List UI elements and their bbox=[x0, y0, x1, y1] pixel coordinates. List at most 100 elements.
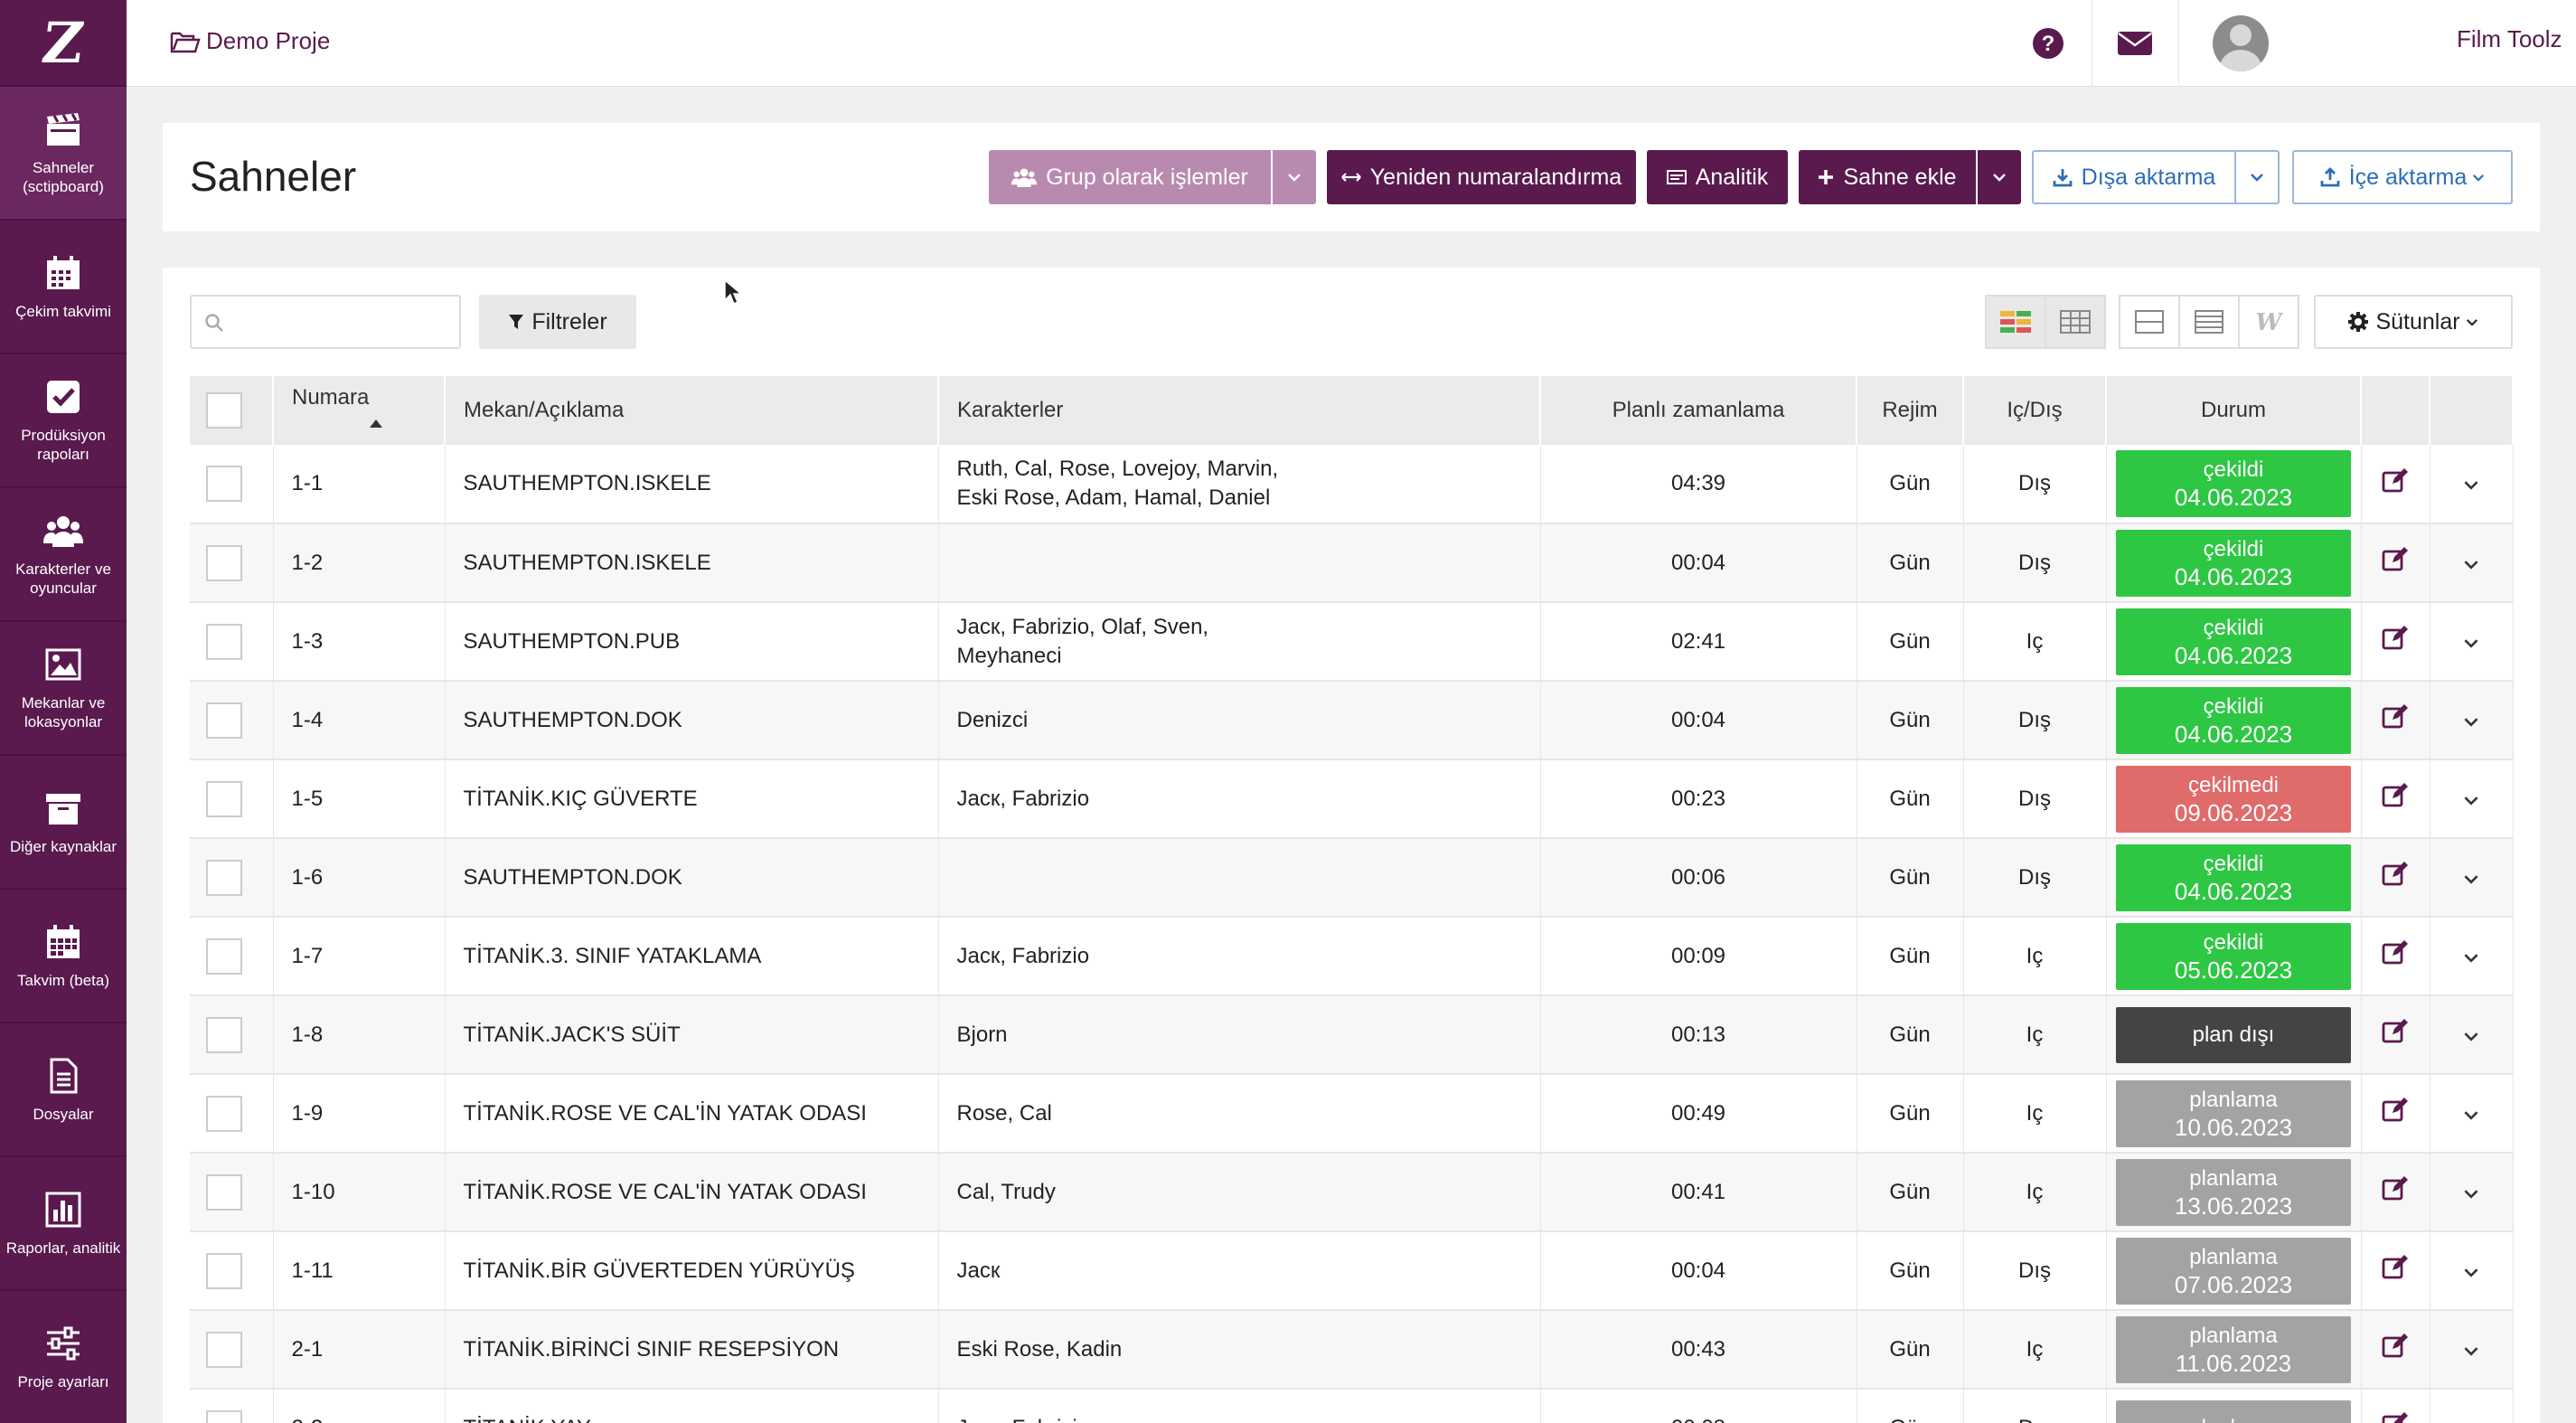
sidebar-item-scenes[interactable]: Sahneler (sctipboard) bbox=[0, 87, 127, 221]
status-badge[interactable]: çekilmedi 09.06.2023 bbox=[2116, 765, 2351, 833]
sidebar-item-files[interactable]: Dosyalar bbox=[0, 1023, 127, 1157]
status-badge[interactable]: çekildi 04.06.2023 bbox=[2116, 450, 2351, 517]
row-checkbox[interactable] bbox=[206, 859, 242, 896]
import-button[interactable]: İçe aktarma bbox=[2292, 150, 2513, 204]
expand-row-button[interactable] bbox=[2430, 759, 2514, 839]
edit-button[interactable] bbox=[2361, 1231, 2430, 1311]
edit-button[interactable] bbox=[2361, 838, 2430, 918]
table-row[interactable]: 1-5 TİTANİK.KIÇ GÜVERTE Jacк, Fabrizio 00:2… bbox=[190, 759, 2514, 839]
expand-row-button[interactable] bbox=[2430, 1310, 2514, 1390]
filters-button[interactable]: Filtreler bbox=[479, 295, 636, 349]
list-view-button[interactable] bbox=[2178, 295, 2240, 349]
status-badge[interactable]: çekildi 04.06.2023 bbox=[2116, 686, 2351, 754]
edit-button[interactable] bbox=[2361, 995, 2430, 1075]
export-button[interactable]: Dışa aktarma bbox=[2032, 150, 2236, 204]
expand-row-button[interactable] bbox=[2430, 838, 2514, 918]
sidebar-item-project-settings[interactable]: Proje ayarları bbox=[0, 1291, 127, 1423]
export-dropdown[interactable] bbox=[2234, 150, 2280, 204]
status-badge[interactable]: planlama 11.06.2023 bbox=[2116, 1315, 2351, 1383]
add-scene-button[interactable]: Sahne ekle bbox=[1799, 150, 1976, 204]
expand-row-button[interactable] bbox=[2430, 681, 2514, 760]
edit-button[interactable] bbox=[2361, 759, 2430, 839]
row-checkbox[interactable] bbox=[206, 780, 242, 817]
row-checkbox[interactable] bbox=[206, 466, 242, 502]
table-row[interactable]: 1-9 TİTANİK.ROSE VE CAL'İN YATAK ODASI Ros… bbox=[190, 1074, 2514, 1154]
status-badge[interactable]: planlama 07.06.2023 bbox=[2116, 1237, 2351, 1305]
edit-button[interactable] bbox=[2361, 1153, 2430, 1232]
edit-button[interactable] bbox=[2361, 681, 2430, 760]
search-field[interactable] bbox=[190, 295, 461, 349]
user-name[interactable]: Film Toolz bbox=[2457, 25, 2562, 53]
status-badge[interactable]: plan dışı bbox=[2116, 1006, 2351, 1063]
status-badge[interactable]: planlama 13.06.2023 bbox=[2116, 1158, 2351, 1226]
group-operations-dropdown[interactable] bbox=[1273, 150, 1316, 204]
edit-button[interactable] bbox=[2361, 523, 2430, 603]
edit-button[interactable] bbox=[2361, 1074, 2430, 1154]
table-row[interactable]: 1-2 SAUTHEMPTON.ISKELE 00:04 Gün Dış çekildi 0… bbox=[190, 523, 2514, 603]
row-checkbox[interactable] bbox=[206, 1409, 242, 1423]
table-view-button[interactable] bbox=[2045, 295, 2106, 349]
column-header-characters[interactable]: Karakterler bbox=[938, 376, 1541, 445]
edit-button[interactable] bbox=[2361, 917, 2430, 996]
app-logo[interactable]: Z bbox=[0, 0, 127, 87]
sidebar-item-locations[interactable]: Mekanlar ve lokasyonlar bbox=[0, 622, 127, 756]
project-link[interactable]: Demo Proje bbox=[170, 27, 330, 55]
sidebar-item-production-reports[interactable]: Prodüksiyon rapoları bbox=[0, 354, 127, 488]
row-checkbox[interactable] bbox=[206, 1095, 242, 1132]
sidebar-item-other-resources[interactable]: Diğer kaynaklar bbox=[0, 756, 127, 890]
sidebar-item-calendar[interactable]: Takvim (beta) bbox=[0, 890, 127, 1023]
table-row[interactable]: 2-1 TİTANİK.BİRİNCİ SINIF RESEPSİYON Eski … bbox=[190, 1310, 2514, 1390]
table-row[interactable]: 1-6 SAUTHEMPTON.DOK 00:06 Gün Dış çekildi 04.0… bbox=[190, 838, 2514, 918]
edit-button[interactable] bbox=[2361, 445, 2430, 524]
expand-row-button[interactable] bbox=[2430, 602, 2514, 682]
table-row[interactable]: 1-1 SAUTHEMPTON.ISKELE Ruth, Cal, Rose, Lo… bbox=[190, 445, 2514, 524]
expand-row-button[interactable] bbox=[2430, 1153, 2514, 1232]
text-view-button[interactable]: W bbox=[2238, 295, 2299, 349]
column-header-status[interactable]: Durum bbox=[2106, 376, 2362, 445]
expand-row-button[interactable] bbox=[2430, 1074, 2514, 1154]
compact-view-button[interactable] bbox=[2119, 295, 2180, 349]
color-view-button[interactable] bbox=[1985, 295, 2046, 349]
row-checkbox[interactable] bbox=[206, 938, 242, 975]
analytics-button[interactable]: Analitik bbox=[1647, 150, 1788, 204]
add-scene-dropdown[interactable] bbox=[1978, 150, 2021, 204]
expand-row-button[interactable] bbox=[2430, 445, 2514, 524]
expand-row-button[interactable] bbox=[2430, 523, 2514, 603]
column-header-int-ext[interactable]: Iç/Dış bbox=[1963, 376, 2107, 445]
table-row[interactable]: 2-2TİTANİK.YAYJacк, Fabrizio00:08GünDış p… bbox=[190, 1389, 2514, 1423]
table-row[interactable]: 1-8 TİTANİK.JACK'S SÜİT Bjorn 00:13 Gün Iç pla… bbox=[190, 995, 2514, 1075]
columns-button[interactable]: Sütunlar bbox=[2314, 295, 2513, 349]
row-checkbox[interactable] bbox=[206, 1252, 242, 1289]
edit-button[interactable] bbox=[2361, 1310, 2430, 1390]
column-header-location[interactable]: Mekan/Açıklama bbox=[445, 376, 939, 445]
renumber-button[interactable]: Yeniden numaralandırma bbox=[1327, 150, 1636, 204]
group-operations-button[interactable]: Grup olarak işlemler bbox=[989, 150, 1271, 204]
row-checkbox[interactable] bbox=[206, 623, 242, 660]
row-checkbox[interactable] bbox=[206, 1331, 242, 1368]
edit-button[interactable] bbox=[2361, 1389, 2430, 1423]
status-badge[interactable]: planlama bbox=[2116, 1399, 2351, 1423]
help-button[interactable]: ? bbox=[2005, 0, 2092, 87]
row-checkbox[interactable] bbox=[206, 702, 242, 739]
expand-row-button[interactable] bbox=[2430, 995, 2514, 1075]
edit-button[interactable] bbox=[2361, 602, 2430, 682]
table-row[interactable]: 1-7 TİTANİK.3. SINIF YATAKLAMA Jacк, Fabri… bbox=[190, 917, 2514, 996]
sidebar-item-shooting-schedule[interactable]: Çekim takvimi bbox=[0, 221, 127, 354]
expand-row-button[interactable] bbox=[2430, 1389, 2514, 1423]
status-badge[interactable]: çekildi 05.06.2023 bbox=[2116, 922, 2351, 990]
table-row[interactable]: 1-4 SAUTHEMPTON.DOK Denizci 00:04 Gün Dış çeki… bbox=[190, 681, 2514, 760]
table-row[interactable]: 1-3 SAUTHEMPTON.PUB Jacк, Fabrizio, Olaf, … bbox=[190, 602, 2514, 682]
column-header-regime[interactable]: Rejim bbox=[1857, 376, 1964, 445]
table-row[interactable]: 1-10 TİTANİK.ROSE VE CAL'İN YATAK ODASI Ca… bbox=[190, 1153, 2514, 1232]
status-badge[interactable]: çekildi 04.06.2023 bbox=[2116, 843, 2351, 911]
column-header-number[interactable]: Numara bbox=[273, 376, 446, 445]
status-badge[interactable]: çekildi 04.06.2023 bbox=[2116, 608, 2351, 675]
column-header-planned-time[interactable]: Planlı zamanlama bbox=[1540, 376, 1857, 445]
select-all-checkbox[interactable] bbox=[206, 392, 242, 429]
row-checkbox[interactable] bbox=[206, 1173, 242, 1211]
expand-row-button[interactable] bbox=[2430, 1231, 2514, 1311]
row-checkbox[interactable] bbox=[206, 544, 242, 581]
user-avatar[interactable] bbox=[2213, 0, 2269, 87]
status-badge[interactable]: planlama 10.06.2023 bbox=[2116, 1079, 2351, 1147]
row-checkbox[interactable] bbox=[206, 1016, 242, 1053]
